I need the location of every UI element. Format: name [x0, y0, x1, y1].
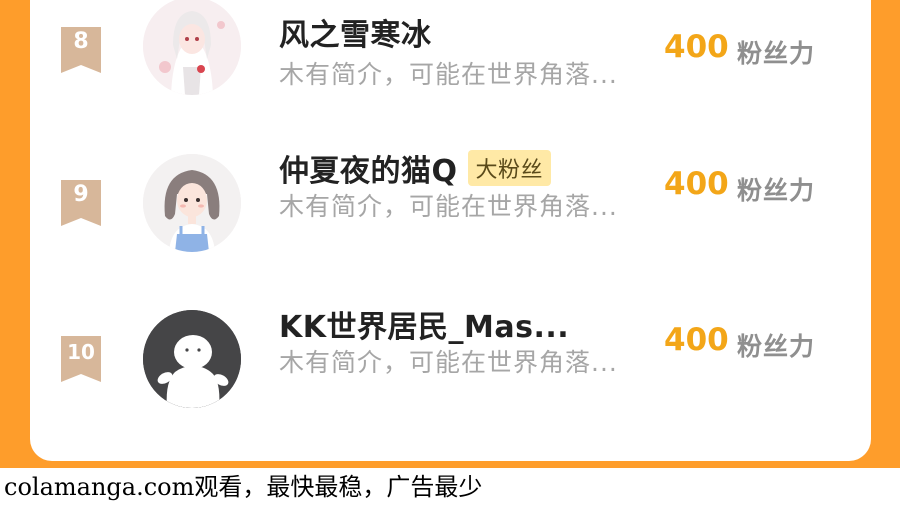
rank-number: 10: [67, 340, 95, 364]
fan-level-badge: 大粉丝: [467, 150, 552, 186]
avatar[interactable]: [143, 0, 241, 95]
ranking-row[interactable]: 9 仲夏夜的猫Q 大粉丝 木有简介，可能在世界角落... 400 粉丝力: [30, 136, 871, 266]
illustrated-girl-avatar-icon: [143, 154, 241, 252]
rank-number: 8: [73, 29, 89, 54]
ranking-row[interactable]: 10 KK世界居民_Mas... 木有简介，可能在世界角落... 400 粉丝力: [30, 292, 871, 422]
user-name[interactable]: 风之雪寒冰: [279, 10, 432, 54]
fan-score: 400: [664, 29, 729, 65]
rank-badge: 10: [59, 334, 103, 384]
anime-girl-avatar-icon: [143, 0, 241, 95]
user-name[interactable]: KK世界居民_Mas...: [279, 302, 569, 346]
fan-score: 400: [664, 166, 729, 202]
user-name-text: KK世界居民_Mas...: [279, 310, 570, 345]
default-user-avatar-icon: [143, 310, 241, 408]
user-name-text: 仲夏夜的猫Q: [279, 154, 458, 189]
rank-number: 9: [73, 182, 89, 207]
rank-badge: 8: [59, 25, 103, 75]
fan-score: 400: [664, 322, 729, 358]
user-bio: 木有简介，可能在世界角落...: [279, 348, 618, 377]
rank-badge: 9: [59, 178, 103, 228]
avatar[interactable]: [143, 154, 241, 252]
fan-score-unit: 粉丝力: [737, 332, 816, 361]
fan-score-unit: 粉丝力: [737, 39, 816, 68]
avatar[interactable]: [143, 310, 241, 408]
user-name[interactable]: 仲夏夜的猫Q 大粉丝: [279, 146, 552, 190]
ranking-card: 8 风之雪寒冰 木有简介，可能在世界角落... 400 粉丝力 9 仲夏夜的猫Q…: [30, 0, 871, 461]
fan-score-unit: 粉丝力: [737, 176, 816, 205]
user-name-text: 风之雪寒冰: [279, 18, 432, 53]
user-bio: 木有简介，可能在世界角落...: [279, 60, 618, 89]
watermark-footer: colamanga.com观看，最快最稳，广告最少: [4, 473, 483, 501]
user-bio: 木有简介，可能在世界角落...: [279, 192, 618, 221]
ranking-row[interactable]: 8 风之雪寒冰 木有简介，可能在世界角落... 400 粉丝力: [30, 0, 871, 110]
